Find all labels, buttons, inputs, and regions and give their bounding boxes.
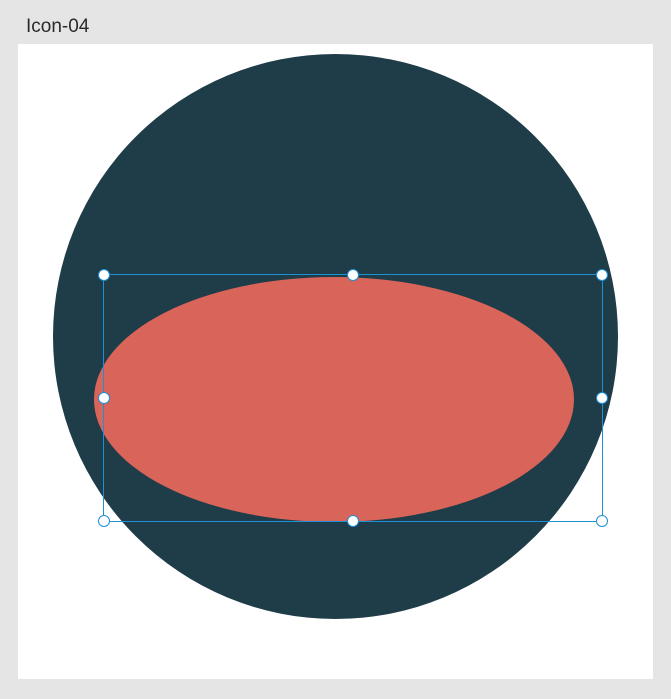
resize-handle-top-center[interactable] <box>347 269 359 281</box>
artboard-canvas[interactable] <box>18 44 653 679</box>
resize-handle-bottom-center[interactable] <box>347 515 359 527</box>
artboard-container: Icon-04 <box>18 12 653 692</box>
artboard-title: Icon-04 <box>26 16 89 38</box>
resize-handle-middle-right[interactable] <box>596 392 608 404</box>
resize-handle-top-left[interactable] <box>98 269 110 281</box>
selected-ellipse-shape[interactable] <box>94 277 574 522</box>
resize-handle-top-right[interactable] <box>596 269 608 281</box>
resize-handle-bottom-left[interactable] <box>98 515 110 527</box>
resize-handle-middle-left[interactable] <box>98 392 110 404</box>
resize-handle-bottom-right[interactable] <box>596 515 608 527</box>
